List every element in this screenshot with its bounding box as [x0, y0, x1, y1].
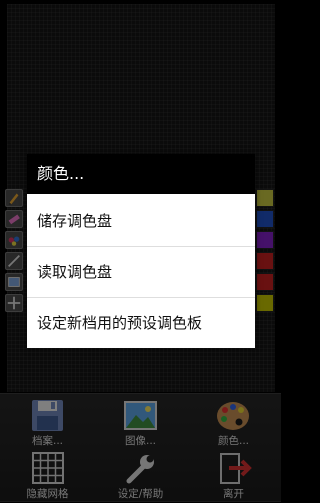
- menu-item-save-palette[interactable]: 储存调色盘: [27, 196, 255, 246]
- menu-item-load-palette[interactable]: 读取调色盘: [27, 247, 255, 297]
- menu-item-set-default-palette[interactable]: 设定新档用的预设调色板: [27, 298, 255, 348]
- color-context-menu: 颜色... 储存调色盘 读取调色盘 设定新档用的预设调色板: [27, 154, 255, 348]
- menu-title: 颜色...: [27, 154, 255, 194]
